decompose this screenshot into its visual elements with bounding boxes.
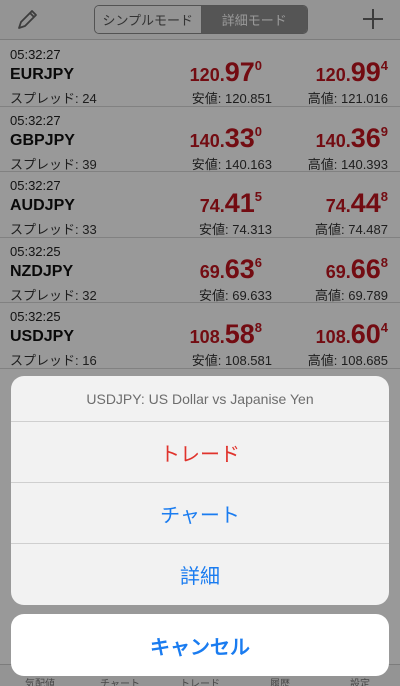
chart-button[interactable]: チャート xyxy=(11,483,389,544)
action-sheet-title: USDJPY: US Dollar vs Japanise Yen xyxy=(11,376,389,422)
cancel-button[interactable]: キャンセル xyxy=(11,614,389,676)
action-sheet: USDJPY: US Dollar vs Japanise Yen トレード チ… xyxy=(11,376,389,605)
trade-button[interactable]: トレード xyxy=(11,422,389,483)
detail-button[interactable]: 詳細 xyxy=(11,544,389,605)
